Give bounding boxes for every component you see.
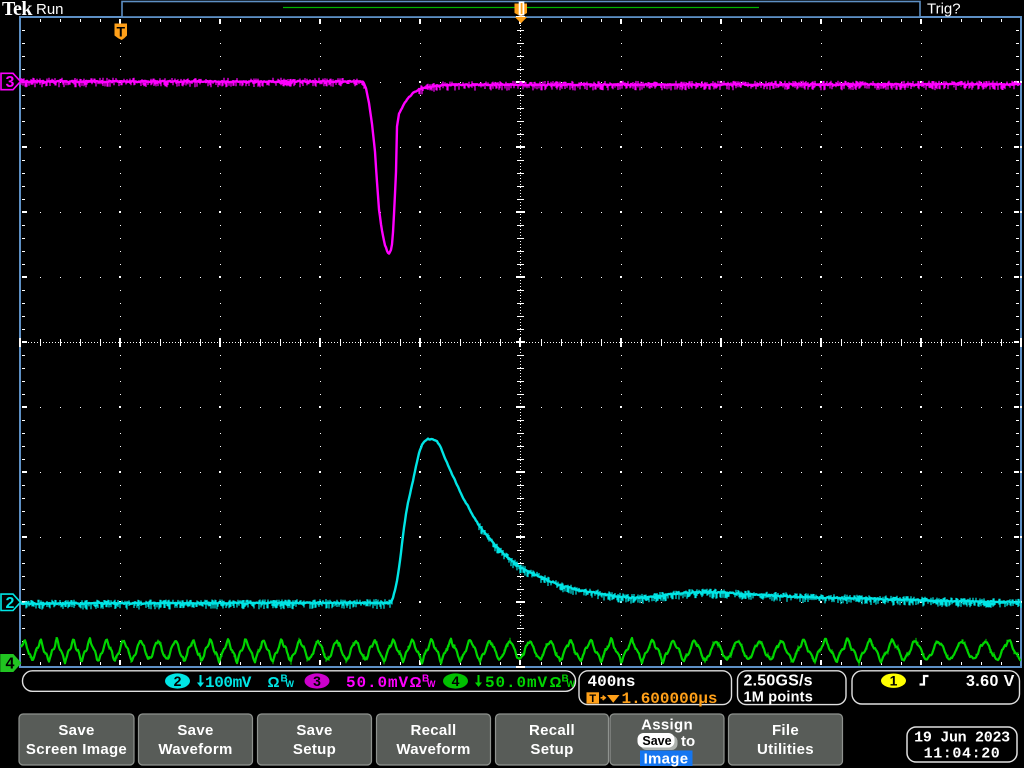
svg-text:T: T (589, 693, 596, 705)
svg-text:Save: Save (642, 734, 671, 748)
svg-text:19 Jun 2023: 19 Jun 2023 (914, 730, 1010, 747)
svg-text:1.600000µs: 1.600000µs (622, 690, 718, 708)
svg-text:W: W (286, 679, 295, 689)
svg-text:W: W (427, 679, 436, 689)
svg-text:Recall: Recall (411, 722, 457, 739)
svg-text:Recall: Recall (529, 722, 575, 739)
svg-text:Ω: Ω (410, 674, 422, 691)
svg-text:Tek: Tek (2, 0, 33, 20)
svg-text:3.60 V: 3.60 V (966, 673, 1015, 690)
svg-text:1M points: 1M points (744, 690, 813, 706)
svg-text:Waveform: Waveform (158, 741, 232, 758)
svg-text:4: 4 (452, 673, 460, 689)
svg-text:Save: Save (177, 722, 213, 739)
svg-text:Trig?: Trig? (927, 1, 961, 18)
svg-text:3: 3 (6, 74, 15, 91)
svg-text:100mV: 100mV (205, 674, 252, 692)
svg-text:Setup: Setup (530, 741, 573, 758)
svg-text:50.0mV: 50.0mV (485, 674, 548, 692)
svg-text:to: to (681, 733, 695, 750)
svg-text:400ns: 400ns (588, 673, 636, 691)
svg-text:Ω: Ω (550, 674, 562, 691)
svg-text:3: 3 (313, 673, 321, 689)
svg-text:11:04:20: 11:04:20 (924, 746, 1001, 763)
svg-text:Screen Image: Screen Image (26, 741, 127, 758)
svg-text:4: 4 (6, 656, 15, 673)
svg-text:1: 1 (890, 673, 898, 689)
svg-text:Run: Run (36, 1, 64, 18)
svg-text:2: 2 (174, 673, 182, 689)
svg-text:Ω: Ω (268, 674, 280, 691)
svg-text:Waveform: Waveform (396, 741, 470, 758)
svg-text:File: File (772, 722, 799, 739)
svg-text:Save: Save (58, 722, 94, 739)
svg-text:Assign: Assign (641, 717, 693, 734)
svg-text:Setup: Setup (293, 741, 336, 758)
svg-text:2: 2 (6, 595, 15, 612)
svg-text:Utilities: Utilities (757, 741, 814, 758)
svg-text:2.50GS/s: 2.50GS/s (744, 673, 813, 690)
svg-text:T: T (117, 24, 126, 40)
svg-text:W: W (567, 679, 576, 689)
svg-text:50.0mV: 50.0mV (346, 674, 409, 692)
svg-text:Image: Image (644, 751, 689, 768)
svg-text:Save: Save (296, 722, 332, 739)
